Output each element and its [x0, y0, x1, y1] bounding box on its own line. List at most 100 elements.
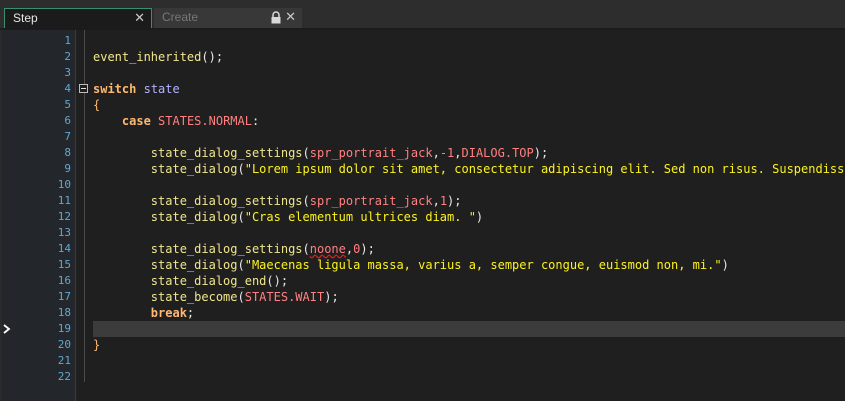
code-line[interactable]: 17 state_become(STATES.WAIT); — [0, 289, 845, 305]
code-token: ); — [324, 290, 339, 304]
code-token: STATES.NORMAL — [158, 114, 252, 128]
code-token: DIALOG.TOP — [461, 146, 534, 160]
line-number: 4 — [64, 82, 71, 95]
line-number: 16 — [57, 274, 71, 287]
line-number: 5 — [64, 98, 71, 111]
code-line[interactable]: 7 — [0, 129, 845, 145]
code-line[interactable]: 12 state_dialog("Cras elementum ultrices… — [0, 209, 845, 225]
code-token: spr_portrait_jack — [309, 146, 433, 160]
code-text: } — [93, 337, 100, 353]
code-text: state_dialog("Maecenas ligula massa, var… — [93, 257, 729, 273]
line-number: 11 — [57, 194, 71, 207]
code-token: ( — [302, 194, 310, 208]
code-token: spr_portrait_jack — [309, 194, 433, 208]
code-token: ( — [302, 242, 310, 256]
code-token: ( — [302, 146, 310, 160]
line-number: 10 — [57, 178, 71, 191]
code-text: { — [93, 97, 100, 113]
code-token: (); — [266, 274, 289, 288]
code-line[interactable]: 19 — [0, 321, 845, 337]
code-line[interactable]: 21 — [0, 353, 845, 369]
code-token: state_dialog_settings — [150, 194, 303, 208]
code-token: "Maecenas ligula massa, varius a, semper… — [244, 258, 722, 272]
line-number: 20 — [57, 338, 71, 351]
code-token: -1 — [439, 146, 455, 160]
code-line[interactable]: 20} — [0, 337, 845, 353]
code-token: switch — [93, 82, 137, 96]
fold-collapse-icon[interactable] — [79, 84, 88, 93]
code-line[interactable]: 3 — [0, 65, 845, 81]
code-line[interactable]: 1 — [0, 33, 845, 49]
tab-step[interactable]: Step ✕ — [4, 8, 152, 28]
line-number: 22 — [57, 370, 71, 383]
code-token: , — [432, 194, 440, 208]
code-token: 1 — [439, 194, 448, 208]
line-number: 9 — [64, 162, 71, 175]
line-number: 13 — [57, 226, 71, 239]
code-line[interactable]: 11 state_dialog_settings(spr_portrait_ja… — [0, 193, 845, 209]
line-number: 6 — [64, 114, 71, 127]
code-token: state_dialog — [150, 162, 238, 176]
code-token: { — [93, 98, 101, 112]
code-token: state_become — [150, 290, 238, 304]
code-line[interactable]: 4 switch state — [0, 81, 845, 97]
line-number: 19 — [57, 322, 71, 335]
code-line[interactable]: 14 state_dialog_settings(noone,0); — [0, 241, 845, 257]
code-line[interactable]: 2 event_inherited(); — [0, 49, 845, 65]
code-line[interactable]: 13 — [0, 225, 845, 241]
code-line[interactable]: 16 state_dialog_end(); — [0, 273, 845, 289]
tab-create[interactable]: Create ✕ — [154, 8, 302, 28]
code-line[interactable]: 9 state_dialog("Lorem ipsum dolor sit am… — [0, 161, 845, 177]
line-number: 1 — [64, 34, 71, 47]
code-token: state — [143, 82, 180, 96]
code-text: state_dialog_settings(spr_portrait_jack,… — [93, 145, 548, 161]
code-text: break; — [93, 305, 194, 321]
close-icon[interactable]: ✕ — [285, 8, 296, 26]
code-token: state_dialog — [150, 210, 238, 224]
code-line[interactable]: 18 break; — [0, 305, 845, 321]
code-token: ); — [533, 146, 549, 160]
code-token: ( — [237, 162, 245, 176]
line-number: 2 — [64, 50, 71, 63]
code-line[interactable]: 5{ — [0, 97, 845, 113]
code-line[interactable]: 22 — [0, 369, 845, 385]
line-number: 14 — [57, 242, 71, 255]
code-token: "Cras elementum ultrices diam. " — [244, 210, 476, 224]
code-line[interactable]: 10 — [0, 177, 845, 193]
code-token: ( — [237, 210, 245, 224]
line-number: 15 — [57, 258, 71, 271]
line-number: 8 — [64, 146, 71, 159]
code-line[interactable]: 15 state_dialog("Maecenas ligula massa, … — [0, 257, 845, 273]
code-token: ) — [475, 210, 484, 224]
line-number: 7 — [64, 130, 71, 143]
code-token: state_dialog_end — [150, 274, 267, 288]
tab-label: Step — [13, 11, 38, 25]
code-line[interactable]: 6 case STATES.NORMAL: — [0, 113, 845, 129]
code-token: (); — [201, 50, 224, 64]
code-token: "Lorem ipsum dolor sit amet, consectetur… — [244, 162, 845, 176]
line-number: 3 — [64, 66, 71, 79]
code-token: state_dialog_settings — [150, 242, 303, 256]
code-text: state_dialog_settings(noone,0); — [93, 241, 375, 257]
code-token: break — [150, 306, 187, 320]
code-token: ); — [447, 194, 462, 208]
code-text: state_dialog("Lorem ipsum dolor sit amet… — [93, 161, 845, 177]
code-text: event_inherited(); — [93, 49, 223, 65]
code-text: state_become(STATES.WAIT); — [93, 289, 339, 305]
code-text: state_dialog("Cras elementum ultrices di… — [93, 209, 483, 225]
code-text: switch state — [93, 81, 180, 97]
code-line[interactable]: 8 state_dialog_settings(spr_portrait_jac… — [0, 145, 845, 161]
code-token: event_inherited — [93, 50, 202, 64]
code-token: ; — [186, 306, 195, 320]
close-icon[interactable]: ✕ — [134, 9, 145, 27]
